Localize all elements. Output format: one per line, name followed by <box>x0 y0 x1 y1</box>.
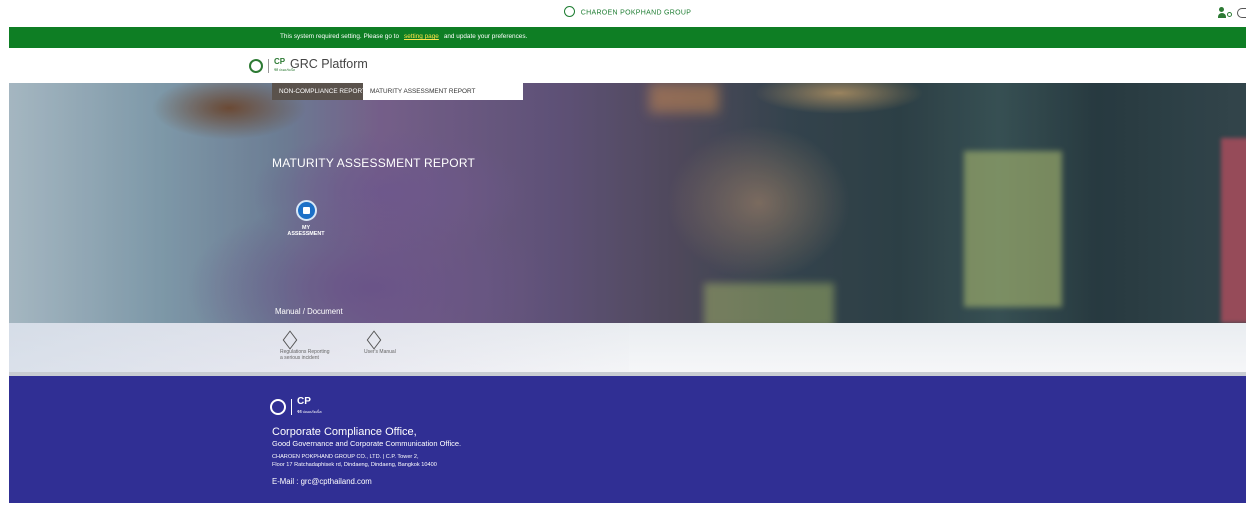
logo-divider <box>268 58 269 73</box>
notice-text-after: and update your preferences. <box>443 33 528 40</box>
settings-notice-bar: This system required setting. Please go … <box>9 27 1246 48</box>
assessment-icon <box>295 200 317 221</box>
manual-documents-strip: Regulations Reporting a serious incident… <box>9 323 1246 372</box>
top-bar: CHAROEN POKPHAND GROUP <box>9 0 1246 27</box>
doc-label: Regulations Reporting a serious incident <box>280 349 344 361</box>
footer-address-line1: CHAROEN POKPHAND GROUP CO., LTD. | C.P. … <box>272 454 419 460</box>
my-assessment-label: MY ASSESSMENT <box>281 225 331 237</box>
footer-title: Corporate Compliance Office, <box>272 426 417 438</box>
my-assessment-label-line2: ASSESSMENT <box>287 231 325 237</box>
manual-section-title: Manual / Document <box>275 307 343 316</box>
cp-logo-text: CP <box>297 396 311 407</box>
footer-subtitle: Good Governance and Corporate Communicat… <box>272 439 462 448</box>
brand-name: CHAROEN POKPHAND GROUP <box>580 9 692 17</box>
header-logos: CP ซีพี ปลอดภัยเน็ต <box>249 57 295 75</box>
my-assessment-button[interactable]: MY ASSESSMENT <box>281 200 331 237</box>
user-settings-icon[interactable] <box>1217 7 1232 19</box>
book-icon <box>366 333 382 347</box>
doc-label-line1: User's Manual <box>364 349 396 355</box>
logout-icon[interactable] <box>1237 8 1246 19</box>
footer-email[interactable]: E-Mail : grc@cpthailand.com <box>272 477 372 486</box>
setting-page-link[interactable]: setting page <box>404 33 439 40</box>
cp-logo-subtext: ซีพี ปลอดภัยเน็ต <box>297 410 322 414</box>
footer: CP ซีพี ปลอดภัยเน็ต Corporate Compliance … <box>9 376 1246 503</box>
doc-label-line2: a serious incident <box>280 355 319 361</box>
hero-overlay <box>9 83 1246 323</box>
doc-users-manual[interactable]: User's Manual <box>364 333 428 355</box>
brand-header: CHAROEN POKPHAND GROUP <box>9 6 1246 18</box>
tab-maturity-assessment-report[interactable]: MATURITY ASSESSMENT REPORT <box>363 83 523 100</box>
cp-logo-text: CP <box>274 56 286 66</box>
cp-group-logo-icon <box>270 399 286 415</box>
footer-address-line2: Floor 17 Ratchadaphisek rd, Dindaeng, Di… <box>272 462 437 468</box>
tab-non-compliance-report[interactable]: NON-COMPLIANCE REPORT <box>272 83 366 100</box>
cp-group-logo-icon <box>249 58 263 73</box>
hero-banner: NON-COMPLIANCE REPORT MATURITY ASSESSMEN… <box>9 83 1246 323</box>
book-icon <box>282 333 298 347</box>
footer-logos: CP ซีพี ปลอดภัยเน็ต <box>270 397 322 417</box>
logo-divider <box>291 399 292 415</box>
cp-logo-icon <box>563 6 575 17</box>
page-title: MATURITY ASSESSMENT REPORT <box>272 156 476 170</box>
doc-regulations-reporting[interactable]: Regulations Reporting a serious incident <box>280 333 344 361</box>
topbar-actions <box>1217 7 1246 19</box>
app-header: CP ซีพี ปลอดภัยเน็ต GRC Platform <box>9 48 1246 83</box>
notice-text: This system required setting. Please go … <box>280 33 527 40</box>
app-title[interactable]: GRC Platform <box>290 57 368 71</box>
notice-text-before: This system required setting. Please go … <box>280 33 399 40</box>
cp-logo: CP ซีพี ปลอดภัยเน็ต <box>297 397 322 417</box>
